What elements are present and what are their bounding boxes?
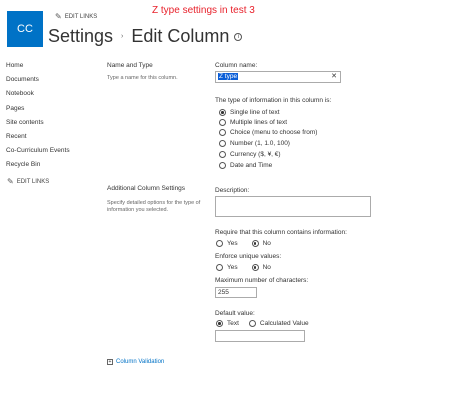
quick-launch: Home Documents Notebook Pages Site conte… — [6, 61, 101, 175]
radio-icon[interactable] — [251, 264, 259, 271]
type-option-number[interactable]: Number (1, 1.0, 100) — [219, 140, 290, 147]
require-yes-label: Yes — [227, 240, 238, 247]
type-label: The type of information in this column i… — [215, 97, 332, 104]
default-calculated-option[interactable]: Calculated Value — [248, 320, 309, 327]
edit-links-top[interactable]: ✎ EDIT LINKS — [55, 13, 97, 21]
nav-item-site-contents[interactable]: Site contents — [6, 118, 101, 132]
type-option-label: Currency ($, ¥, €) — [230, 151, 281, 158]
default-text-option[interactable]: Text — [216, 320, 239, 327]
nav-item-recycle-bin[interactable]: Recycle Bin — [6, 160, 101, 174]
type-option-multiple-lines[interactable]: Multiple lines of text — [219, 119, 287, 126]
edit-links-left[interactable]: ✎ EDIT LINKS — [7, 178, 49, 186]
radio-icon[interactable] — [251, 240, 259, 247]
nav-item-recent[interactable]: Recent — [6, 132, 101, 146]
info-icon[interactable]: i — [234, 32, 243, 41]
expand-icon[interactable]: + — [107, 359, 113, 365]
default-text-label: Text — [227, 320, 239, 327]
type-option-label: Choice (menu to choose from) — [230, 129, 318, 136]
radio-icon[interactable] — [219, 109, 226, 116]
require-label: Require that this column contains inform… — [215, 229, 347, 236]
unique-no-option[interactable]: No — [251, 264, 271, 271]
column-validation-link[interactable]: + Column Validation — [107, 359, 164, 365]
column-validation-label: Column Validation — [116, 359, 165, 365]
unique-yes-option[interactable]: Yes — [216, 264, 238, 271]
nav-item-co-curriculum-events[interactable]: Co-Curriculum Events — [6, 146, 101, 160]
radio-icon[interactable] — [219, 119, 226, 126]
require-options: Yes No — [216, 240, 271, 247]
unique-options: Yes No — [216, 264, 271, 271]
radio-icon[interactable] — [216, 320, 223, 327]
unique-label: Enforce unique values: — [215, 253, 282, 260]
max-chars-label: Maximum number of characters: — [215, 277, 309, 284]
nav-item-home[interactable]: Home — [6, 61, 101, 75]
default-value-options: Text Calculated Value — [216, 320, 309, 327]
type-option-label: Date and Time — [230, 162, 273, 169]
type-option-currency[interactable]: Currency ($, ¥, €) — [219, 151, 281, 158]
max-chars-input[interactable]: 255 — [215, 287, 257, 298]
page-title-text: Edit Column — [131, 26, 230, 46]
additional-settings-heading: Additional Column Settings — [107, 185, 186, 192]
default-calculated-label: Calculated Value — [259, 320, 309, 327]
radio-icon[interactable] — [219, 162, 226, 169]
default-value-label: Default value: — [215, 310, 255, 317]
breadcrumb-settings[interactable]: Settings — [48, 26, 113, 47]
page-title: Settings › Edit Column i — [48, 26, 243, 47]
nav-item-pages[interactable]: Pages — [6, 104, 101, 118]
type-option-choice[interactable]: Choice (menu to choose from) — [219, 129, 317, 136]
site-logo-text: CC — [17, 23, 33, 35]
pencil-icon: ✎ — [7, 177, 14, 186]
nav-item-documents[interactable]: Documents — [6, 75, 101, 89]
annotation-text: Z type settings in test 3 — [152, 5, 255, 16]
site-logo[interactable]: CC — [7, 11, 43, 47]
description-label: Description: — [215, 187, 250, 194]
additional-settings-description: Specify detailed options for the type of… — [107, 200, 201, 213]
radio-icon[interactable] — [216, 240, 223, 247]
default-value-input[interactable] — [215, 330, 305, 342]
unique-no-label: No — [262, 264, 271, 271]
clear-icon[interactable]: ✕ — [331, 72, 337, 80]
type-option-label: Number (1, 1.0, 100) — [230, 140, 290, 147]
radio-icon[interactable] — [219, 151, 226, 158]
radio-icon[interactable] — [216, 264, 223, 271]
max-chars-value: 255 — [218, 289, 229, 296]
radio-icon[interactable] — [219, 129, 226, 136]
radio-icon[interactable] — [219, 140, 226, 147]
type-option-label: Single line of text — [230, 109, 280, 116]
column-name-value: Z type — [218, 73, 239, 80]
breadcrumb-separator-icon: › — [121, 33, 124, 40]
nav-item-notebook[interactable]: Notebook — [6, 89, 101, 103]
type-option-single-line[interactable]: Single line of text — [219, 109, 280, 116]
edit-links-label: EDIT LINKS — [64, 14, 98, 20]
pencil-icon: ✎ — [55, 12, 62, 21]
column-name-label: Column name: — [215, 62, 258, 69]
type-option-label: Multiple lines of text — [230, 119, 288, 126]
require-no-option[interactable]: No — [251, 240, 271, 247]
unique-yes-label: Yes — [227, 264, 238, 271]
require-no-label: No — [262, 240, 271, 247]
type-option-date-time[interactable]: Date and Time — [219, 162, 272, 169]
require-yes-option[interactable]: Yes — [216, 240, 238, 247]
name-type-heading: Name and Type — [107, 62, 153, 69]
column-name-input[interactable]: Z type ✕ — [215, 71, 341, 83]
name-type-description: Type a name for this column. — [107, 75, 178, 81]
radio-icon[interactable] — [248, 320, 256, 327]
edit-links-left-label: EDIT LINKS — [16, 179, 50, 185]
description-textarea[interactable] — [215, 196, 371, 217]
